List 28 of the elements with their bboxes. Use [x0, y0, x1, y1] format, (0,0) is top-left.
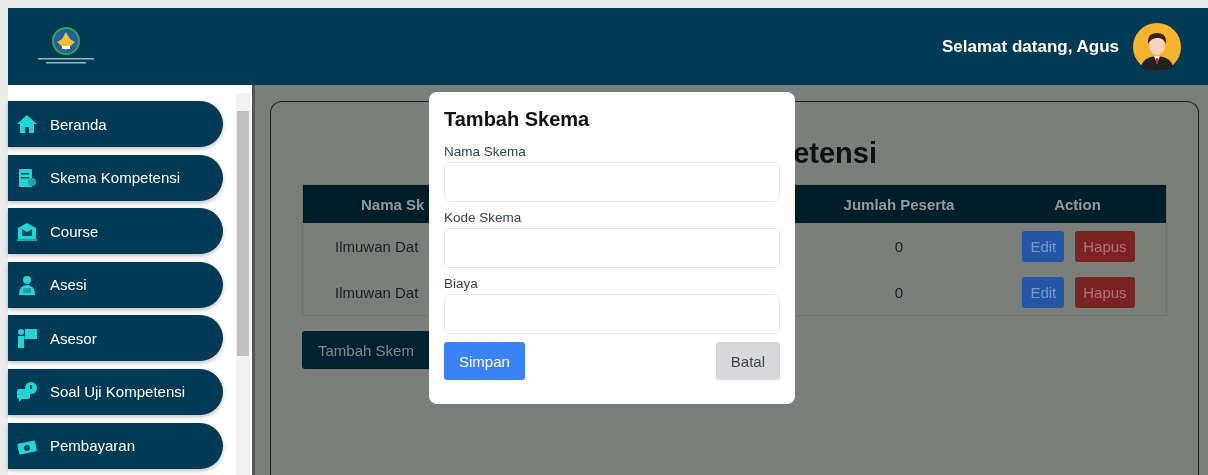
table-cell: Ilmuwan Dat — [335, 283, 419, 301]
sidebar-item[interactable]: Course — [8, 208, 223, 255]
table-cell-text: 0 — [893, 237, 905, 255]
sidebar-item[interactable]: Asesor — [8, 315, 223, 362]
page-heading: etensi — [793, 137, 877, 170]
field-label: Biaya — [444, 276, 479, 291]
input-field[interactable] — [444, 228, 780, 268]
document-icon — [16, 166, 38, 189]
sidebar-item[interactable]: Soal Uji Kompetensi — [8, 368, 223, 415]
modal-title: Tambah Skema — [444, 108, 591, 131]
person-icon — [16, 273, 38, 296]
sidebar-item[interactable]: Skema Kompetensi — [8, 154, 223, 201]
save-button[interactable]: Simpan — [444, 342, 525, 380]
input-field[interactable] — [444, 162, 780, 202]
sidebar-item[interactable]: Pembayaran — [8, 422, 223, 469]
sidebar-item[interactable]: Asesi — [8, 261, 223, 308]
avatar-icon[interactable] — [1133, 22, 1181, 71]
input-field[interactable] — [444, 294, 780, 334]
scrollbar[interactable] — [236, 93, 250, 475]
question-bubble-icon — [16, 380, 38, 403]
table-cell: Ilmuwan Dat — [335, 237, 419, 255]
home-icon — [16, 113, 38, 135]
field-label: Nama Skema — [444, 144, 527, 159]
sidebar-item[interactable]: Beranda — [8, 101, 223, 147]
field-label: Kode Skema — [444, 210, 523, 225]
table-cell-text: 0 — [893, 283, 905, 301]
cancel-button[interactable]: Batal — [715, 342, 780, 380]
welcome-text: Selamat datang, Agus — [942, 36, 1119, 57]
